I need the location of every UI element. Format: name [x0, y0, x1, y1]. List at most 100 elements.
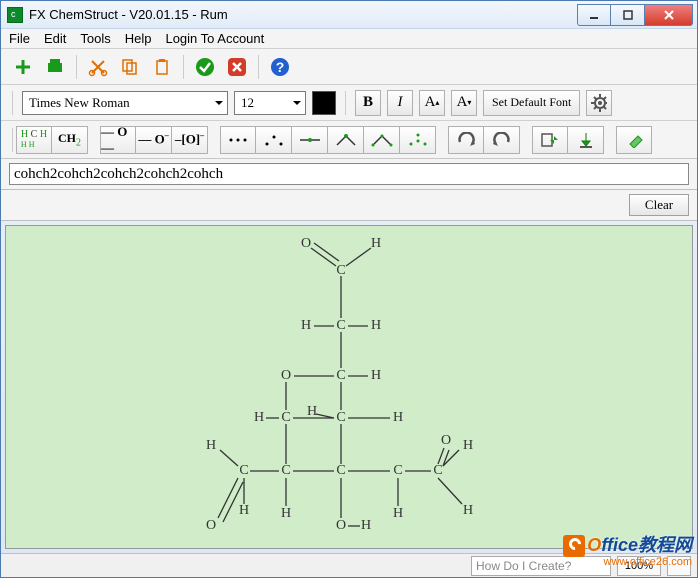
tool-group-history: [448, 126, 520, 154]
formula-row: [1, 159, 697, 190]
atom-H12: H: [463, 503, 473, 519]
atom-H1: H: [371, 236, 381, 252]
undo-icon: [456, 132, 476, 148]
maximize-button[interactable]: [611, 4, 645, 26]
tool-dots3[interactable]: [220, 126, 256, 154]
download-icon: [576, 131, 596, 149]
menu-login[interactable]: Login To Account: [165, 31, 264, 46]
atom-C2: C: [336, 318, 345, 334]
atom-C1: C: [336, 263, 345, 279]
structure-canvas[interactable]: OHCHCHOCHHCCHHHCCCCCHOOHHHOHH: [5, 225, 693, 549]
atom-H2: H: [301, 318, 311, 334]
watermark: Office教程网 www.office26.com: [563, 535, 692, 568]
tool-angle[interactable]: [328, 126, 364, 154]
cut-button[interactable]: [84, 54, 112, 80]
undo-button[interactable]: [448, 126, 484, 154]
chem-toolbar: H C HH H CH2 — O — — O– –[O]–: [1, 121, 697, 159]
tool-o-bracket[interactable]: –[O]–: [172, 126, 208, 154]
tool-dots-alt[interactable]: [256, 126, 292, 154]
italic-button[interactable]: I: [387, 90, 413, 116]
tool-c-hh[interactable]: H C HH H: [16, 126, 52, 154]
atom-H6: H: [307, 404, 317, 420]
angle-icon: [334, 133, 358, 147]
window-title: FX ChemStruct - V20.01.15 - Rum: [29, 7, 577, 22]
tool-bond-dot[interactable]: [292, 126, 328, 154]
atom-C5: C: [239, 463, 248, 479]
close-icon: [663, 9, 675, 21]
atom-H11: H: [393, 506, 403, 522]
bond-dot-icon: [298, 135, 322, 145]
tool-triangle-dots[interactable]: [400, 126, 436, 154]
tool-angle-dots[interactable]: [364, 126, 400, 154]
menu-edit[interactable]: Edit: [44, 31, 66, 46]
tool-o[interactable]: — O —: [100, 126, 136, 154]
export-button[interactable]: [532, 126, 568, 154]
export-icon: [540, 132, 560, 148]
print-button[interactable]: [41, 54, 69, 80]
app-window: FX ChemStruct - V20.01.15 - Rum File Edi…: [0, 0, 698, 578]
help-button[interactable]: ?: [266, 54, 294, 80]
cancel-button[interactable]: [223, 54, 251, 80]
triangle-dots-icon: [406, 132, 430, 148]
atom-H14: H: [239, 503, 249, 519]
atom-H3: H: [371, 318, 381, 334]
watermark-icon: [563, 535, 585, 557]
watermark-url: www.office26.com: [563, 557, 692, 568]
close-button[interactable]: [645, 4, 693, 26]
clear-row: Clear: [1, 190, 697, 221]
x-icon: [227, 57, 247, 77]
tool-o-left[interactable]: — O–: [136, 126, 172, 154]
atom-C7: C: [336, 463, 345, 479]
separator: [345, 91, 346, 115]
paste-button[interactable]: [148, 54, 176, 80]
atom-H9: H: [463, 438, 473, 454]
settings-button[interactable]: [586, 90, 612, 116]
atom-C8: C: [393, 463, 402, 479]
atom-C4: C: [281, 410, 290, 426]
font-bigger-button[interactable]: A▴: [419, 90, 445, 116]
statusbar: How Do I Create? 100% Office教程网 www.offi…: [1, 553, 697, 577]
atom-H7: H: [393, 410, 403, 426]
menu-help[interactable]: Help: [125, 31, 152, 46]
minimize-icon: [588, 9, 600, 21]
menu-tools[interactable]: Tools: [80, 31, 110, 46]
clear-button[interactable]: Clear: [629, 194, 689, 216]
atom-H5: H: [254, 410, 264, 426]
eraser-icon: [624, 132, 644, 148]
atom-H4: H: [371, 368, 381, 384]
watermark-text: ffice教程网: [601, 535, 692, 555]
copy-button[interactable]: [116, 54, 144, 80]
separator: [76, 55, 77, 79]
atom-C9: C: [433, 463, 442, 479]
atom-C3: C: [336, 368, 345, 384]
main-toolbar: ?: [1, 49, 697, 85]
atom-O2: O: [281, 368, 291, 384]
font-smaller-button[interactable]: A▾: [451, 90, 477, 116]
bold-button[interactable]: B: [355, 90, 381, 116]
paste-icon: [152, 57, 172, 77]
separator: [12, 128, 13, 152]
tool-group-erase: [616, 126, 652, 154]
tool-ch2[interactable]: CH2: [52, 126, 88, 154]
atom-O4: O: [206, 518, 216, 534]
font-size-select[interactable]: 12: [234, 91, 306, 115]
formula-input[interactable]: [9, 163, 689, 185]
font-family-select[interactable]: Times New Roman: [22, 91, 228, 115]
menu-file[interactable]: File: [9, 31, 30, 46]
redo-button[interactable]: [484, 126, 520, 154]
dots3-icon: [226, 135, 250, 145]
font-color-swatch[interactable]: [312, 91, 336, 115]
accept-button[interactable]: [191, 54, 219, 80]
atom-H13: H: [361, 518, 371, 534]
add-button[interactable]: [9, 54, 37, 80]
separator: [12, 91, 13, 115]
set-default-font-button[interactable]: Set Default Font: [483, 90, 580, 116]
scissors-icon: [88, 57, 108, 77]
atom-O5: O: [336, 518, 346, 534]
font-toolbar: Times New Roman 12 B I A▴ A▾ Set Default…: [1, 85, 697, 121]
download-button[interactable]: [568, 126, 604, 154]
eraser-button[interactable]: [616, 126, 652, 154]
help-icon: ?: [270, 57, 290, 77]
dots-alt-icon: [262, 133, 286, 147]
minimize-button[interactable]: [577, 4, 611, 26]
